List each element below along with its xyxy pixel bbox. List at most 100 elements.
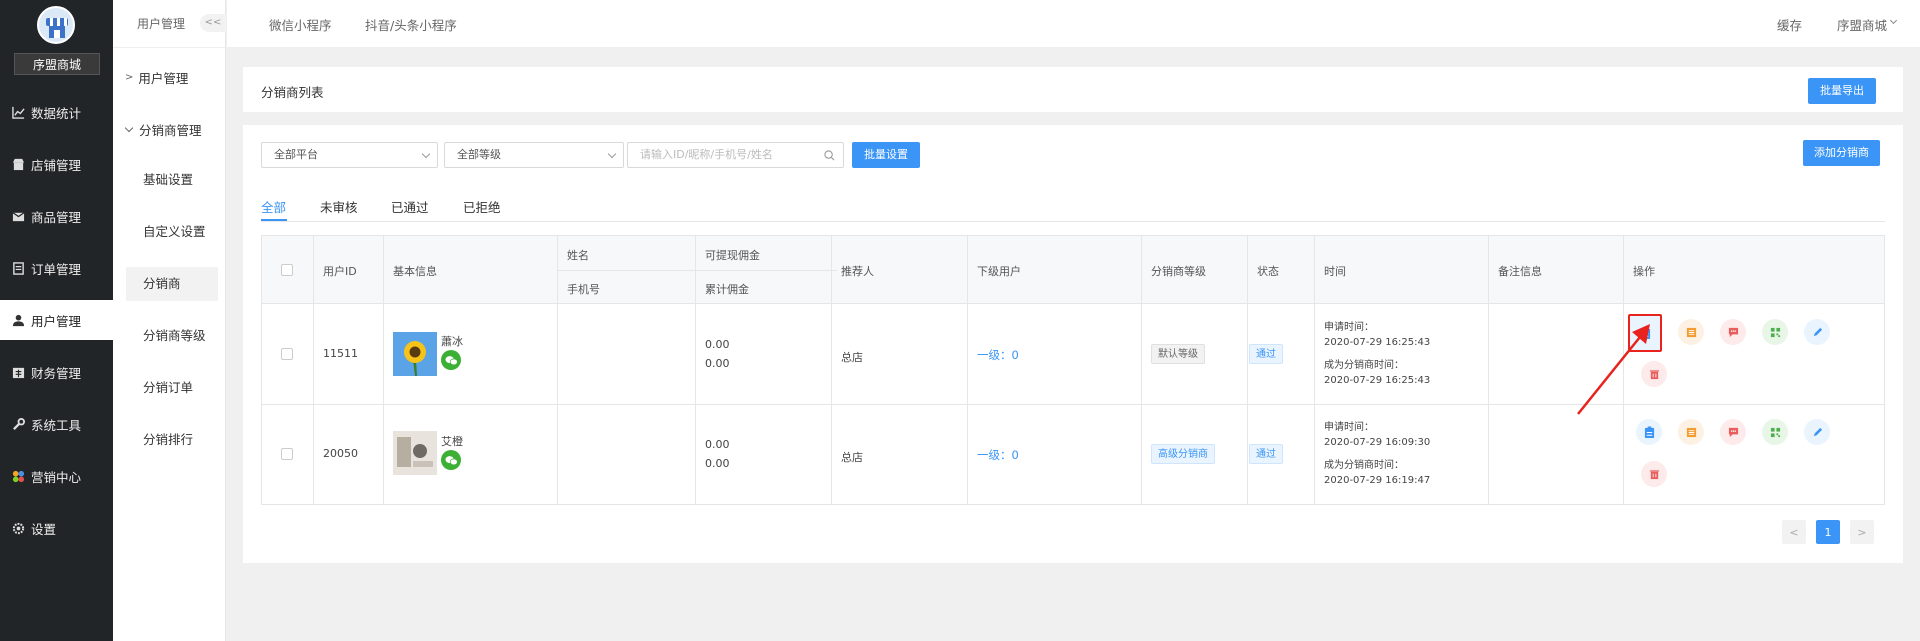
header-name: 姓名 xyxy=(567,249,589,262)
header-status: 状态 xyxy=(1257,265,1279,278)
tab-all[interactable]: 全部 xyxy=(261,197,286,216)
nav-item-settings[interactable]: 设置 xyxy=(0,508,113,548)
chevron-down-icon xyxy=(1889,16,1898,25)
subnav-item-distribution-ranking[interactable]: 分销排行 xyxy=(133,423,225,457)
commission-record-icon[interactable] xyxy=(1678,419,1704,445)
row-uid: 11511 xyxy=(323,347,358,360)
col-divider xyxy=(1314,236,1315,504)
top-user-menu[interactable]: 序盟商城 xyxy=(1837,15,1887,34)
row-checkbox[interactable] xyxy=(281,348,293,360)
nav-item-orders[interactable]: 订单管理 xyxy=(0,248,113,288)
row-sub-users-link[interactable]: 一级：0 xyxy=(977,347,1019,363)
nav-item-users[interactable]: 用户管理 xyxy=(0,300,113,340)
header-phone: 手机号 xyxy=(567,283,600,296)
nav-label: 数据统计 xyxy=(31,105,82,121)
box-icon xyxy=(12,211,25,221)
store-logo-icon xyxy=(37,6,75,44)
chevron-down-icon xyxy=(421,149,431,159)
row-sub-users-link[interactable]: 一级：0 xyxy=(977,447,1019,463)
status-tabs: 全部 未审核 已通过 已拒绝 xyxy=(261,195,1885,222)
col-divider xyxy=(557,236,558,504)
nav-label: 设置 xyxy=(31,521,57,537)
top-link-cache[interactable]: 缓存 xyxy=(1777,15,1802,34)
nav-item-statistics[interactable]: 数据统计 xyxy=(0,92,113,132)
subnav-item-basic-settings[interactable]: 基础设置 xyxy=(133,163,225,197)
batch-export-button[interactable]: 批量导出 xyxy=(1808,78,1876,104)
nav-item-shop[interactable]: 店铺管理 xyxy=(0,144,113,184)
nav-item-finance[interactable]: 财务管理 xyxy=(0,352,113,392)
subnav-item-distribution-orders[interactable]: 分销订单 xyxy=(133,371,225,405)
marketing-icon xyxy=(12,470,25,482)
brand-name: 序盟商城 xyxy=(14,53,100,75)
row-uid: 20050 xyxy=(323,447,358,460)
nav-label: 店铺管理 xyxy=(31,157,82,173)
edit-icon[interactable] xyxy=(1804,419,1830,445)
subnav-group-label: 用户管理 xyxy=(138,71,189,86)
commission-record-icon[interactable] xyxy=(1678,319,1704,345)
row-referrer: 总店 xyxy=(841,351,863,364)
nav-label: 用户管理 xyxy=(31,313,82,329)
platform-select-value: 全部平台 xyxy=(274,148,318,161)
nav-item-tools[interactable]: 系统工具 xyxy=(0,404,113,444)
message-icon[interactable] xyxy=(1720,419,1746,445)
row-apply-time: 2020-07-29 16:25:43 xyxy=(1324,337,1431,348)
row-become-time: 2020-07-29 16:25:43 xyxy=(1324,375,1431,386)
header-ops: 操作 xyxy=(1633,265,1655,278)
level-badge: 高级分销商 xyxy=(1151,444,1215,464)
subnav-group-distributor[interactable]: 分销商管理 xyxy=(124,120,202,139)
batch-settings-button[interactable]: 批量设置 xyxy=(852,142,920,168)
row-referrer: 总店 xyxy=(841,451,863,464)
row-become-time: 2020-07-29 16:19:47 xyxy=(1324,475,1431,486)
subnav-group-label: 分销商管理 xyxy=(139,123,202,138)
row-total: 0.00 xyxy=(705,457,730,470)
subnav-item-distributor[interactable]: 分销商 xyxy=(126,267,218,301)
subnav-item-distributor-level[interactable]: 分销商等级 xyxy=(133,319,225,353)
col-divider xyxy=(1141,236,1142,504)
gear-icon xyxy=(12,522,25,534)
avatar xyxy=(393,431,437,475)
row-nickname: 蕭冰 xyxy=(441,335,463,348)
add-distributor-button[interactable]: 添加分销商 xyxy=(1803,140,1880,166)
tab-active-indicator xyxy=(261,219,287,221)
pagination-next[interactable]: > xyxy=(1850,520,1874,544)
tab-approved[interactable]: 已通过 xyxy=(391,197,429,216)
search-input[interactable]: 请输入ID/昵称/手机号/姓名 xyxy=(627,142,844,168)
annotation-arrow-icon xyxy=(1577,324,1650,415)
message-icon[interactable] xyxy=(1720,319,1746,345)
row-apply-label: 申请时间： xyxy=(1324,422,1374,433)
nav-label: 订单管理 xyxy=(31,261,82,277)
collapse-button[interactable]: << xyxy=(200,14,226,32)
col-divider xyxy=(1488,236,1489,504)
row-apply-label: 申请时间： xyxy=(1324,322,1374,333)
row-withdraw: 0.00 xyxy=(705,338,730,351)
pagination-prev[interactable]: < xyxy=(1782,520,1806,544)
top-bar: 微信小程序 抖音/头条小程序 缓存 序盟商城 xyxy=(227,0,1920,48)
select-all-checkbox[interactable] xyxy=(281,264,293,276)
delete-icon[interactable] xyxy=(1641,461,1667,487)
row-become-label: 成为分销商时间： xyxy=(1324,360,1404,371)
tab-rejected[interactable]: 已拒绝 xyxy=(463,197,501,216)
sub-sidebar: 用户管理 << > 用户管理 分销商管理 基础设置 自定义设置 分销商 分销商等… xyxy=(113,0,226,641)
subnav-item-custom-settings[interactable]: 自定义设置 xyxy=(133,215,225,249)
subnav-group-user[interactable]: > 用户管理 xyxy=(125,68,188,87)
level-select-value: 全部等级 xyxy=(457,148,501,161)
qrcode-icon[interactable] xyxy=(1762,419,1788,445)
edit-icon[interactable] xyxy=(1804,319,1830,345)
tab-pending[interactable]: 未审核 xyxy=(320,197,358,216)
row-total: 0.00 xyxy=(705,357,730,370)
nav-label: 营销中心 xyxy=(31,469,82,485)
level-select[interactable]: 全部等级 xyxy=(444,142,624,168)
shop-icon xyxy=(12,158,25,170)
header-sub: 下级用户 xyxy=(977,265,1021,278)
platform-select[interactable]: 全部平台 xyxy=(261,142,438,168)
chart-icon xyxy=(12,106,25,119)
nav-item-marketing[interactable]: 营销中心 xyxy=(0,456,113,496)
qrcode-icon[interactable] xyxy=(1762,319,1788,345)
top-link-wechat[interactable]: 微信小程序 xyxy=(269,15,332,34)
col-divider xyxy=(1247,236,1248,504)
row-checkbox[interactable] xyxy=(281,448,293,460)
nav-item-goods[interactable]: 商品管理 xyxy=(0,196,113,236)
top-link-douyin[interactable]: 抖音/头条小程序 xyxy=(365,15,457,34)
detail-icon[interactable] xyxy=(1636,419,1662,445)
pagination-page[interactable]: 1 xyxy=(1816,520,1840,544)
